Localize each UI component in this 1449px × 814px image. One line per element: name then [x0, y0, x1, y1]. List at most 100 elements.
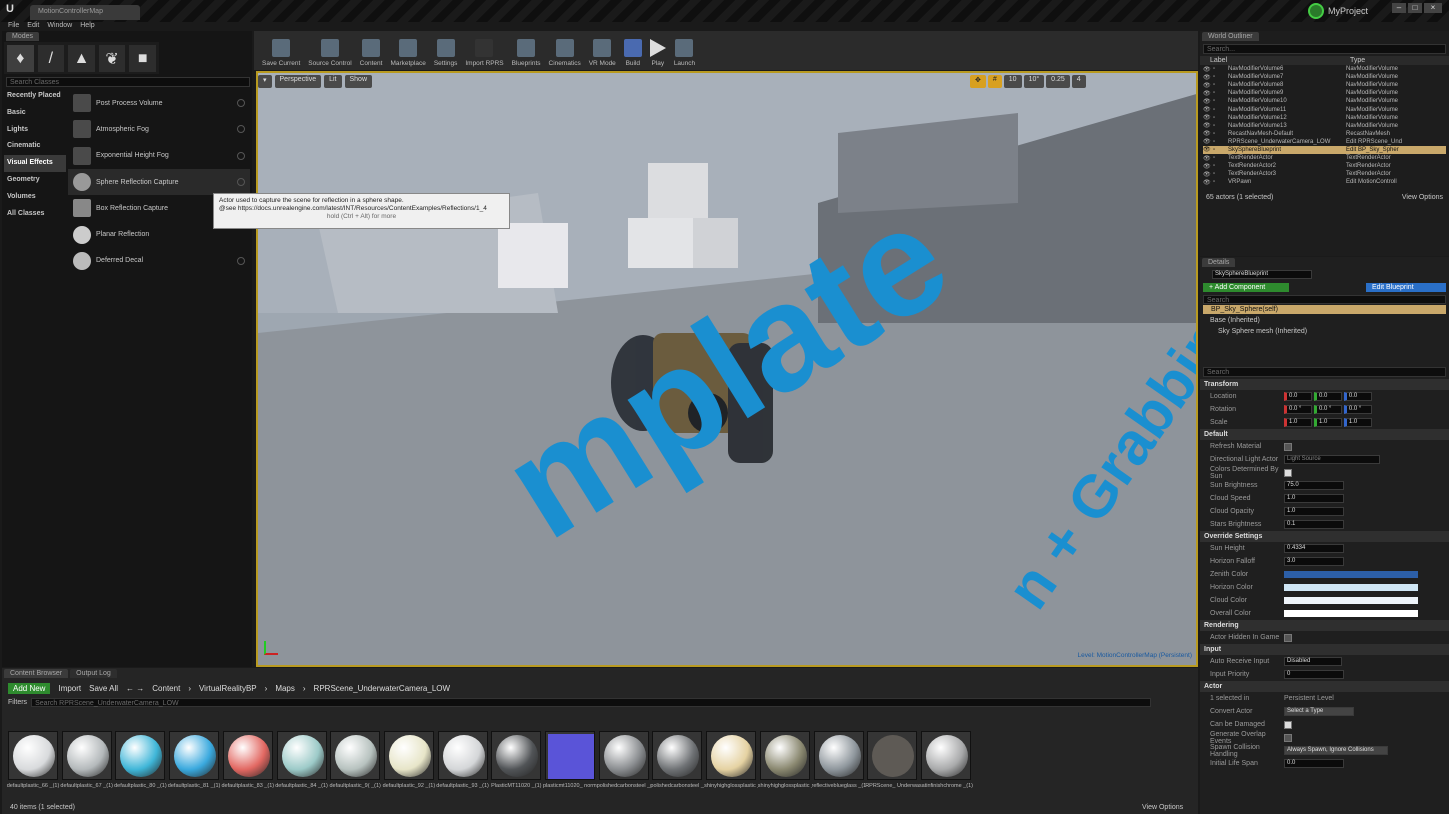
vr-mode-button[interactable]: VR Mode	[585, 39, 620, 67]
asset-thumbnail[interactable]	[383, 731, 434, 780]
source-control-icon[interactable]	[1308, 3, 1324, 19]
input-priority-field[interactable]: 0	[1284, 670, 1344, 679]
auto-receive-dropdown[interactable]: Disabled	[1284, 657, 1342, 666]
location-y[interactable]: 0.0	[1313, 392, 1342, 401]
outliner-row[interactable]: 👁 ▫ NavModifierVolume9 NavModifierVolume	[1203, 89, 1446, 97]
save-current-button[interactable]: Save Current	[258, 39, 304, 67]
search-classes-input[interactable]: Search Classes	[6, 77, 250, 87]
blueprints-button[interactable]: Blueprints	[508, 39, 545, 67]
outliner-row[interactable]: 👁 ▫ RecastNavMesh-Default RecastNavMesh	[1203, 130, 1446, 138]
add-new-button[interactable]: Add New	[8, 683, 51, 694]
eye-icon[interactable]: 👁	[1203, 171, 1213, 178]
transform-icon[interactable]: ✥	[970, 75, 986, 88]
list-item[interactable]: Sphere Reflection Capture	[68, 168, 250, 196]
asset-thumbnail[interactable]	[115, 731, 166, 780]
outliner-row[interactable]: 👁 ▫ NavModifierVolume8 NavModifierVolume	[1203, 81, 1446, 89]
life-span-field[interactable]: 0.0	[1284, 759, 1344, 768]
level-tab[interactable]: MotionControllerMap	[30, 5, 140, 20]
help-icon[interactable]	[237, 99, 245, 108]
category-all-classes[interactable]: All Classes	[4, 206, 66, 223]
path-content[interactable]: Content	[152, 684, 180, 693]
help-icon[interactable]	[237, 151, 245, 160]
actor-section[interactable]: Actor	[1200, 681, 1449, 692]
sun-brightness-field[interactable]: 75.0	[1284, 481, 1344, 490]
eye-icon[interactable]: 👁	[1203, 82, 1213, 89]
rotation-z[interactable]: 0.0 °	[1343, 405, 1372, 414]
perspective-button[interactable]: Perspective	[274, 75, 322, 88]
details-search-input[interactable]: Search	[1203, 367, 1446, 377]
list-item[interactable]: Deferred Decal	[68, 248, 250, 274]
column-label[interactable]: Label	[1210, 57, 1350, 64]
settings-button[interactable]: Settings	[430, 39, 462, 67]
outliner-row[interactable]: 👁 ▫ SkySphereBlueprint Edit BP_Sky_Spher	[1203, 145, 1446, 155]
paint-mode-icon[interactable]: /	[37, 45, 65, 72]
outliner-row[interactable]: 👁 ▫ TextRenderActor TextRenderActor	[1203, 154, 1446, 162]
eye-icon[interactable]: 👁	[1203, 66, 1213, 73]
world-outliner-tab[interactable]: World Outliner	[1202, 32, 1259, 41]
cloud-speed-field[interactable]: 1.0	[1284, 494, 1344, 503]
asset-thumbnail[interactable]	[169, 731, 220, 780]
menu-window[interactable]: Window	[47, 22, 72, 29]
category-lights[interactable]: Lights	[4, 122, 66, 139]
outliner-row[interactable]: 👁 ▫ TextRenderActor2 TextRenderActor	[1203, 162, 1446, 170]
eye-icon[interactable]: 👁	[1203, 74, 1213, 81]
location-x[interactable]: 0.0	[1284, 392, 1312, 401]
show-button[interactable]: Show	[344, 75, 373, 88]
modes-tab[interactable]: Modes	[6, 32, 40, 41]
location-z[interactable]: 0.0	[1343, 392, 1372, 401]
import-button[interactable]: Import	[58, 684, 81, 693]
foliage-mode-icon[interactable]: ❦	[98, 45, 126, 72]
path-virtualrealitybp[interactable]: VirtualRealityBP	[199, 684, 257, 693]
eye-icon[interactable]: 👁	[1203, 155, 1213, 162]
play-button[interactable]: Play	[646, 39, 670, 67]
scale-z[interactable]: 1.0	[1343, 418, 1372, 427]
grid-snap-icon[interactable]: #	[987, 75, 1002, 88]
launch-button[interactable]: Launch	[670, 39, 699, 67]
spawn-collision-dropdown[interactable]: Always Spawn, Ignore Collisions	[1284, 746, 1388, 755]
scale-snap[interactable]: 0.25	[1046, 75, 1070, 88]
asset-thumbnail[interactable]	[222, 731, 273, 780]
overlap-events-checkbox[interactable]	[1284, 733, 1292, 742]
eye-icon[interactable]: 👁	[1203, 106, 1213, 113]
view-options-button[interactable]: View Options	[1142, 804, 1183, 811]
outliner-row[interactable]: 👁 ▫ NavModifierVolume10 NavModifierVolume	[1203, 97, 1446, 105]
outliner-row[interactable]: 👁 ▫ RPRScene_UnderwaterCamera_LOW Edit RPRS…	[1203, 138, 1446, 146]
maximize-button[interactable]: □	[1408, 3, 1422, 13]
category-visual-effects[interactable]: Visual Effects	[4, 155, 66, 172]
eye-icon[interactable]: 👁	[1203, 130, 1213, 137]
asset-thumbnail[interactable]	[920, 731, 971, 780]
outliner-row[interactable]: 👁 ▫ TextRenderActor3 TextRenderActor	[1203, 170, 1446, 178]
transform-section[interactable]: Transform	[1200, 379, 1449, 390]
add-component-button[interactable]: + Add Component	[1203, 283, 1289, 292]
cloud-color-swatch[interactable]	[1284, 597, 1418, 604]
cinematics-button[interactable]: Cinematics	[545, 39, 585, 67]
eye-icon[interactable]: 👁	[1203, 138, 1213, 145]
colors-by-sun-checkbox[interactable]	[1284, 468, 1292, 477]
asset-thumbnail[interactable]	[652, 731, 703, 780]
menu-help[interactable]: Help	[80, 22, 94, 29]
camera-speed[interactable]: 4	[1071, 75, 1086, 88]
hidden-in-game-checkbox[interactable]	[1284, 633, 1292, 642]
asset-thumbnail[interactable]	[759, 731, 810, 780]
lit-button[interactable]: Lit	[324, 75, 342, 88]
eye-icon[interactable]: 👁	[1203, 90, 1213, 97]
outliner-row[interactable]: 👁 ▫ VRPawn Edit MotionControll	[1203, 178, 1446, 186]
sky-sphere-mesh-component[interactable]: Sky Sphere mesh (Inherited)	[1200, 326, 1449, 337]
rendering-section[interactable]: Rendering	[1200, 620, 1449, 631]
refresh-material-checkbox[interactable]	[1284, 442, 1292, 451]
light-source-dropdown[interactable]: Light Source	[1284, 455, 1380, 464]
asset-thumbnail[interactable]	[437, 731, 488, 780]
asset-thumbnail[interactable]	[8, 731, 58, 780]
convert-actor-dropdown[interactable]: Select a Type	[1284, 707, 1354, 716]
filters-button[interactable]: Filters	[8, 699, 27, 706]
category-recently-placed[interactable]: Recently Placed	[4, 88, 66, 105]
category-volumes[interactable]: Volumes	[4, 189, 66, 206]
viewport-menu-button[interactable]: ▾	[258, 75, 272, 88]
list-item[interactable]: Exponential Height Fog	[68, 143, 250, 169]
save-all-button[interactable]: Save All	[89, 684, 118, 693]
grid-size[interactable]: 10	[1003, 75, 1022, 88]
asset-thumbnail[interactable]	[867, 731, 918, 780]
outliner-row[interactable]: 👁 ▫ NavModifierVolume6 NavModifierVolume	[1203, 65, 1446, 73]
minimize-button[interactable]: –	[1392, 3, 1406, 13]
scale-y[interactable]: 1.0	[1313, 418, 1342, 427]
